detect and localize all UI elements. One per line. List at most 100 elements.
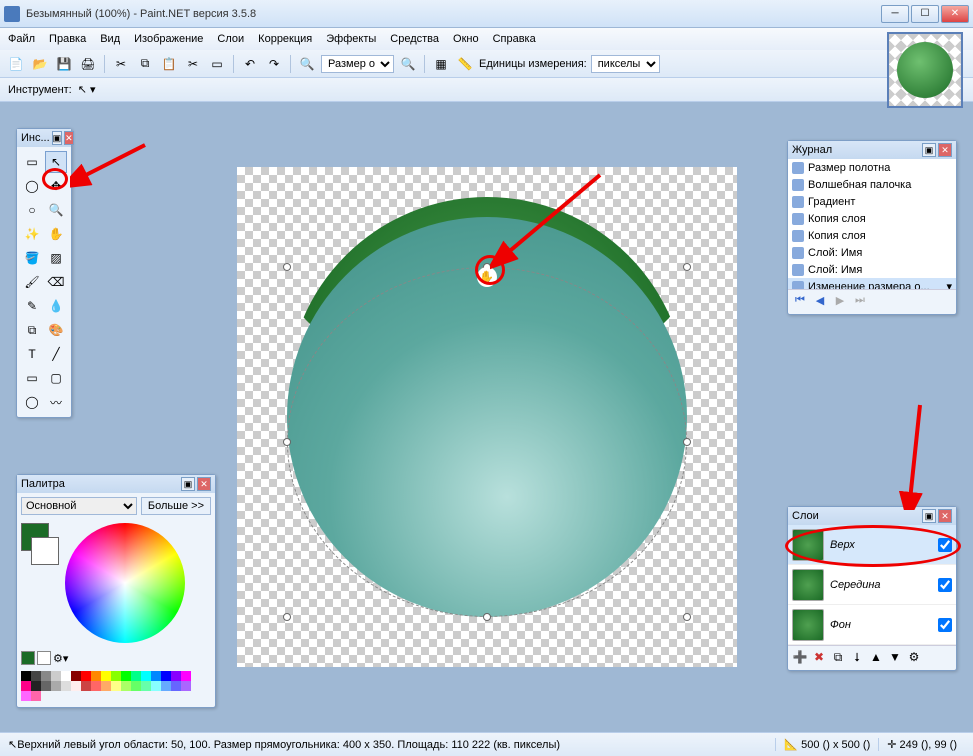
brush-tool[interactable]: 🖌 — [21, 271, 43, 293]
ellipse-tool[interactable]: ◯ — [21, 391, 43, 413]
history-item[interactable]: Слой: Имя — [788, 244, 956, 261]
open-icon[interactable]: 📂 — [30, 54, 50, 74]
ellipse-select-tool[interactable]: ○ — [21, 199, 43, 221]
history-panel-close-button[interactable]: ✕ — [938, 143, 952, 157]
menu-tools[interactable]: Средства — [390, 33, 439, 45]
handle-bl[interactable] — [283, 613, 291, 621]
palette-panel-dock-button[interactable]: ▣ — [181, 477, 195, 491]
rect-select-tool[interactable]: ▭ — [21, 151, 43, 173]
pan-tool[interactable]: ✋ — [45, 223, 67, 245]
tool-cursor-icon[interactable]: ↖ ▾ — [78, 83, 96, 96]
layer-merge-icon[interactable]: ⭣ — [849, 650, 865, 666]
layer-visible-checkbox[interactable] — [938, 578, 952, 592]
tools-panel-close-button[interactable]: ✕ — [64, 131, 74, 145]
history-item[interactable]: Волшебная палочка — [788, 176, 956, 193]
history-item[interactable]: Копия слоя — [788, 210, 956, 227]
history-fwd-icon[interactable]: ▶ — [832, 294, 848, 310]
palette-options-icon[interactable]: ⚙▾ — [53, 652, 68, 665]
save-icon[interactable]: 💾 — [54, 54, 74, 74]
wand-tool[interactable]: ✨ — [21, 223, 43, 245]
clone-tool[interactable]: ⧉ — [21, 319, 43, 341]
gradient-tool[interactable]: ▨ — [45, 247, 67, 269]
zoom-tool[interactable]: 🔍 — [45, 199, 67, 221]
deselect-icon[interactable]: ▭ — [207, 54, 227, 74]
history-list[interactable]: Размер полотна Волшебная палочка Градиен… — [788, 159, 956, 289]
line-tool[interactable]: ╱ — [45, 343, 67, 365]
menu-adjust[interactable]: Коррекция — [258, 33, 312, 45]
handle-tr[interactable] — [683, 263, 691, 271]
palette-strip[interactable] — [17, 669, 197, 707]
layer-add-icon[interactable]: ➕ — [792, 650, 808, 666]
maximize-button[interactable]: ☐ — [911, 5, 939, 23]
palette-mode-select[interactable]: Основной — [21, 497, 137, 515]
tools-panel-dock-button[interactable]: ▣ — [52, 131, 63, 145]
crop-icon[interactable]: ✂ — [183, 54, 203, 74]
move-selection-tool[interactable]: ✥ — [45, 175, 67, 197]
eraser-tool[interactable]: ⌫ — [45, 271, 67, 293]
move-tool[interactable]: ↖ — [45, 151, 67, 173]
history-item[interactable]: Градиент — [788, 193, 956, 210]
history-item[interactable]: Изменение размера о...▾ — [788, 278, 956, 289]
recent-color[interactable] — [37, 651, 51, 665]
rrect-tool[interactable]: ▢ — [45, 367, 67, 389]
layer-visible-checkbox[interactable] — [938, 538, 952, 552]
size-select[interactable]: Размер о — [321, 55, 394, 73]
redo-icon[interactable]: ↷ — [264, 54, 284, 74]
menu-view[interactable]: Вид — [100, 33, 120, 45]
palette-more-button[interactable]: Больше >> — [141, 497, 211, 515]
recolor-tool[interactable]: 🎨 — [45, 319, 67, 341]
layer-props-icon[interactable]: ⚙ — [906, 650, 922, 666]
picker-tool[interactable]: 💧 — [45, 295, 67, 317]
history-item[interactable]: Слой: Имя — [788, 261, 956, 278]
document-thumbnail[interactable] — [887, 32, 963, 108]
secondary-color-swatch[interactable] — [31, 537, 59, 565]
close-button[interactable]: ✕ — [941, 5, 969, 23]
layer-duplicate-icon[interactable]: ⧉ — [830, 650, 846, 666]
recent-color[interactable] — [21, 651, 35, 665]
text-tool[interactable]: T — [21, 343, 43, 365]
layer-item[interactable]: Верх — [788, 525, 956, 565]
new-icon[interactable]: 📄 — [6, 54, 26, 74]
menu-file[interactable]: Файл — [8, 33, 35, 45]
rect-tool[interactable]: ▭ — [21, 367, 43, 389]
zoom-icon[interactable]: 🔍 — [297, 54, 317, 74]
layers-panel-dock-button[interactable]: ▣ — [922, 509, 936, 523]
lasso-tool[interactable]: ◯ — [21, 175, 43, 197]
layers-panel-close-button[interactable]: ✕ — [938, 509, 952, 523]
ruler-icon[interactable]: 📏 — [455, 54, 475, 74]
menu-layers[interactable]: Слои — [217, 33, 244, 45]
layer-up-icon[interactable]: ▲ — [868, 650, 884, 666]
menu-image[interactable]: Изображение — [134, 33, 203, 45]
minimize-button[interactable]: ─ — [881, 5, 909, 23]
layer-down-icon[interactable]: ▼ — [887, 650, 903, 666]
palette-panel-close-button[interactable]: ✕ — [197, 477, 211, 491]
menu-window[interactable]: Окно — [453, 33, 479, 45]
handle-ml[interactable] — [283, 438, 291, 446]
pencil-tool[interactable]: ✎ — [21, 295, 43, 317]
layer-visible-checkbox[interactable] — [938, 618, 952, 632]
copy-icon[interactable]: ⧉ — [135, 54, 155, 74]
history-first-icon[interactable]: ⏮ — [792, 294, 808, 310]
layer-delete-icon[interactable]: ✖ — [811, 650, 827, 666]
handle-bc[interactable] — [483, 613, 491, 621]
handle-tl[interactable] — [283, 263, 291, 271]
history-item[interactable]: Копия слоя — [788, 227, 956, 244]
history-panel-dock-button[interactable]: ▣ — [922, 143, 936, 157]
handle-mr[interactable] — [683, 438, 691, 446]
handle-br[interactable] — [683, 613, 691, 621]
units-select[interactable]: пикселы — [591, 55, 660, 73]
history-item[interactable]: Размер полотна — [788, 159, 956, 176]
paste-icon[interactable]: 📋 — [159, 54, 179, 74]
freeform-tool[interactable]: 〰 — [45, 391, 67, 413]
grid-icon[interactable]: ▦ — [431, 54, 451, 74]
history-last-icon[interactable]: ⏭ — [852, 294, 868, 310]
color-wheel[interactable] — [65, 523, 185, 643]
zoom-fit-icon[interactable]: 🔍 — [398, 54, 418, 74]
menu-edit[interactable]: Правка — [49, 33, 86, 45]
fill-tool[interactable]: 🪣 — [21, 247, 43, 269]
cut-icon[interactable]: ✂ — [111, 54, 131, 74]
layer-item[interactable]: Фон — [788, 605, 956, 645]
history-back-icon[interactable]: ◀ — [812, 294, 828, 310]
menu-effects[interactable]: Эффекты — [326, 33, 376, 45]
undo-icon[interactable]: ↶ — [240, 54, 260, 74]
